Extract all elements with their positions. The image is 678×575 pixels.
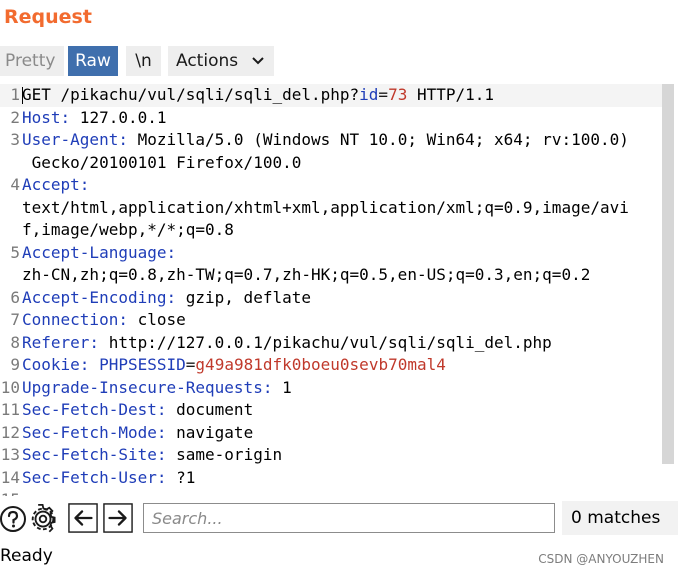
line-number: 15 — [0, 489, 20, 496]
header-value: document — [166, 400, 254, 419]
header-key: Upgrade-Insecure-Requests: — [22, 377, 273, 397]
cookie-name: PHPSESSID — [99, 355, 186, 374]
header-key: Sec-Fetch-Dest: — [22, 400, 167, 419]
method-path: GET /pikachu/vul/sqli/sqli_del.php? — [22, 85, 360, 104]
header-value: gzip, deflate — [176, 287, 311, 307]
header-line-upgrade-insecure-requests: 10 Upgrade-Insecure-Requests: 1 — [0, 377, 662, 400]
header-line-sec-fetch-user: 14 Sec-Fetch-User: ?1 — [0, 467, 662, 490]
request-line: 1 GET /pikachu/vul/sqli/sqli_del.php?id=… — [0, 84, 662, 107]
header-line-accept-encoding: 6 Accept-Encoding: gzip, deflate — [0, 287, 662, 310]
header-value: ?1 — [166, 467, 196, 487]
header-line-user-agent: 3 User-Agent: Mozilla/5.0 (Windows NT 10… — [0, 129, 662, 174]
editor-scrollbar-thumb[interactable] — [662, 84, 674, 464]
line-number: 7 — [10, 310, 20, 329]
param-value: 73 — [388, 85, 408, 104]
request-panel: Request Pretty Raw \n Actions 1 GET /pik… — [0, 0, 678, 575]
header-value: zh-CN,zh;q=0.8,zh-TW;q=0.7,zh-HK;q=0.5,e… — [22, 265, 591, 284]
header-line-referer: 8 Referer: http://127.0.0.1/pikachu/vul/… — [0, 332, 662, 355]
header-key: Connection: — [22, 310, 128, 329]
header-value: http://127.0.0.1/pikachu/vul/sqli/sqli_d… — [99, 332, 552, 352]
param-eq: = — [378, 85, 389, 104]
line-number: 3 — [10, 130, 20, 149]
cookie-eq: = — [185, 355, 196, 374]
header-value: close — [127, 310, 186, 329]
header-value: same-origin — [166, 445, 283, 464]
header-value: 127.0.0.1 — [70, 107, 167, 127]
header-value: Mozilla/5.0 (Windows NT 10.0; Win64; x64… — [127, 130, 629, 149]
header-key: Sec-Fetch-User: — [22, 467, 167, 487]
param-key: id — [359, 85, 379, 104]
search-input[interactable] — [143, 503, 555, 533]
line-number: 10 — [0, 377, 20, 397]
header-value-continued: f,image/webp,*/*;q=0.8 — [22, 220, 234, 239]
line-number: 2 — [10, 107, 20, 127]
header-line-sec-fetch-dest: 11 Sec-Fetch-Dest: document — [0, 399, 662, 422]
header-key: Host: — [22, 107, 71, 127]
header-line-host: 2 Host: 127.0.0.1 — [0, 107, 662, 130]
line-number: 1 — [10, 85, 20, 104]
header-key: Cookie: — [22, 355, 90, 374]
line-number: 12 — [0, 422, 20, 442]
view-toolbar: Pretty Raw \n Actions — [0, 46, 678, 76]
actions-label: Actions — [176, 51, 239, 71]
line-number: 4 — [10, 175, 20, 194]
chevron-down-icon — [252, 57, 264, 65]
header-key: Referer: — [22, 332, 100, 352]
line-number: 9 — [10, 355, 20, 374]
gear-icon[interactable] — [28, 504, 58, 534]
http-protocol: HTTP/1.1 — [407, 85, 495, 104]
match-count: 0 matches — [562, 501, 678, 535]
arrow-left-icon[interactable] — [68, 503, 98, 533]
header-value: 1 — [272, 377, 292, 397]
header-key: Sec-Fetch-Site: — [22, 445, 167, 464]
status-text: Ready — [0, 546, 53, 566]
line-number: 13 — [0, 445, 20, 464]
panel-title: Request — [4, 6, 92, 28]
cookie-space — [89, 355, 99, 374]
header-line-sec-fetch-site: 13 Sec-Fetch-Site: same-origin — [0, 444, 662, 467]
header-line-cookie: 9 Cookie: PHPSESSID=g49a981dfk0boeu0sevb… — [0, 354, 662, 377]
header-value: navigate — [166, 422, 254, 442]
header-key: Accept-Encoding: — [22, 287, 177, 307]
header-key: Sec-Fetch-Mode: — [22, 422, 167, 442]
header-key: User-Agent: — [22, 130, 128, 149]
newline-toggle[interactable]: \n — [126, 46, 161, 76]
line-number: 6 — [10, 287, 20, 307]
header-line-accept: 4 Accept: text/html,application/xhtml+xm… — [0, 174, 662, 242]
help-icon[interactable] — [0, 504, 28, 534]
header-key: Accept-Language: — [22, 242, 177, 262]
line-number: 8 — [10, 332, 20, 352]
actions-dropdown[interactable]: Actions — [168, 46, 274, 76]
header-line-connection: 7 Connection: close — [0, 309, 662, 332]
watermark: CSDN @ANYOUZHEN — [538, 552, 664, 566]
header-value-continued: Gecko/20100101 Firefox/100.0 — [22, 152, 302, 172]
header-line-sec-fetch-mode: 12 Sec-Fetch-Mode: navigate — [0, 422, 662, 445]
line-number: 11 — [0, 400, 20, 419]
empty-line: 15 — [0, 489, 662, 496]
pretty-tab[interactable]: Pretty — [0, 46, 64, 76]
line-number: 14 — [0, 467, 20, 487]
header-line-accept-language: 5 Accept-Language: zh-CN,zh;q=0.8,zh-TW;… — [0, 242, 662, 287]
raw-request-editor[interactable]: 1 GET /pikachu/vul/sqli/sqli_del.php?id=… — [0, 84, 662, 496]
header-value: text/html,application/xhtml+xml,applicat… — [22, 197, 629, 217]
cookie-value: g49a981dfk0boeu0sevb70mal4 — [195, 355, 446, 374]
line-number: 5 — [10, 242, 20, 262]
arrow-right-icon[interactable] — [103, 503, 133, 533]
raw-tab[interactable]: Raw — [68, 46, 118, 76]
header-key: Accept: — [22, 175, 90, 194]
